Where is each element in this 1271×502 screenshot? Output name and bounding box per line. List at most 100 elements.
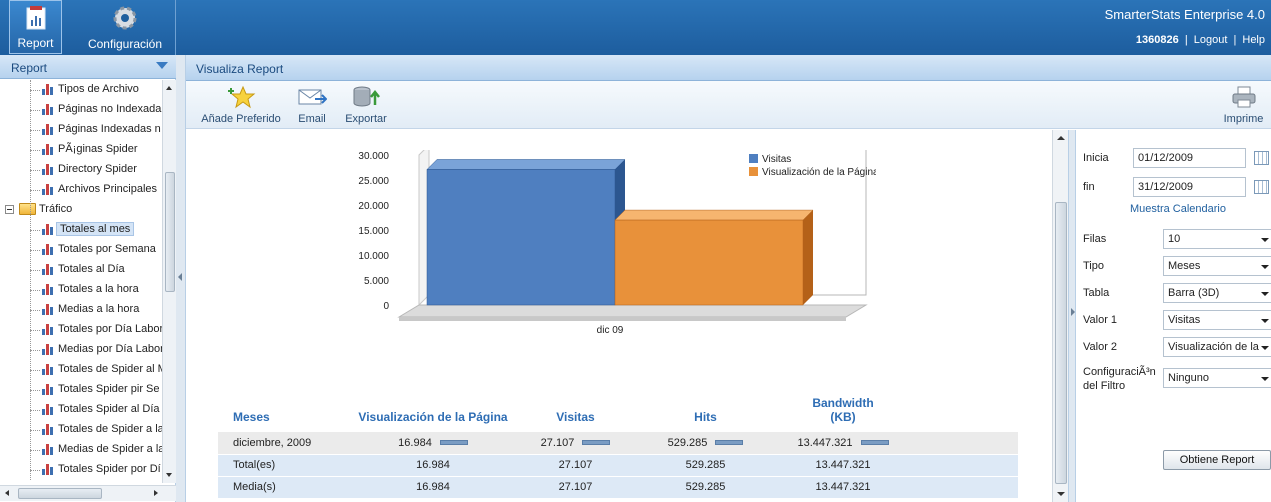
bar-chart-icon bbox=[42, 324, 54, 335]
scroll-up-icon[interactable] bbox=[1057, 136, 1065, 140]
tree-item[interactable]: Totales de Spider a la bbox=[0, 420, 162, 440]
tree-connector bbox=[30, 330, 40, 331]
tree-item-label: Totales a la hora bbox=[58, 283, 139, 295]
chevron-down-icon[interactable] bbox=[156, 62, 168, 69]
rows-select[interactable]: 10 bbox=[1163, 229, 1271, 249]
tree-item[interactable]: Totales a la hora bbox=[0, 280, 162, 300]
table-row: Total(es) 16.984 27.107 529.285 13.447.321 bbox=[218, 454, 1018, 477]
cell-value: Total(es) bbox=[233, 459, 276, 471]
show-calendar-link[interactable]: Muestra Calendario bbox=[1130, 203, 1226, 215]
tree-item-label: Totales Spider por Dí bbox=[58, 463, 161, 475]
tree-item[interactable]: Medias a la hora bbox=[0, 300, 162, 320]
tree-item[interactable]: Totales por Semana bbox=[0, 240, 162, 260]
folder-open-icon bbox=[19, 203, 36, 215]
print-button[interactable]: Imprime bbox=[1221, 81, 1266, 129]
tree-item-label: Totales de Spider al M bbox=[58, 363, 162, 375]
col-header-meses[interactable]: Meses bbox=[218, 396, 358, 432]
sidebar-vertical-scrollbar[interactable] bbox=[162, 80, 176, 483]
type-select[interactable]: Meses bbox=[1163, 256, 1271, 276]
value1-select[interactable]: Visitas bbox=[1163, 310, 1271, 330]
calendar-icon[interactable] bbox=[1254, 180, 1269, 194]
tree-connector bbox=[30, 430, 40, 431]
tree-item[interactable]: Páginas no Indexada bbox=[0, 100, 162, 120]
inline-bar bbox=[860, 440, 889, 446]
nav-report-button[interactable]: Report bbox=[9, 0, 62, 54]
col-header-visits[interactable]: Visitas bbox=[508, 396, 643, 432]
value1-value: Visitas bbox=[1168, 314, 1201, 326]
tree-item[interactable]: Medias de Spider a la bbox=[0, 440, 162, 460]
filter-config-label-line2: del Filtro bbox=[1083, 380, 1126, 392]
sidebar-header[interactable]: Report bbox=[0, 55, 176, 79]
bar-chart-icon bbox=[42, 144, 54, 155]
tree-item[interactable]: Totales por Día Labor bbox=[0, 320, 162, 340]
bar-top bbox=[426, 159, 626, 170]
col-header-hits[interactable]: Hits bbox=[643, 396, 768, 432]
tree-connector bbox=[30, 450, 40, 451]
star-icon bbox=[228, 85, 256, 109]
tree-folder[interactable]: Tráfico bbox=[0, 200, 162, 220]
link-separator: | bbox=[1184, 34, 1188, 46]
scroll-right-icon[interactable] bbox=[154, 490, 158, 496]
table-cell: 16.984 bbox=[358, 454, 508, 477]
table-cell: 13.447.321 bbox=[768, 454, 1018, 477]
tree-item-label: Totales al mes bbox=[56, 222, 135, 236]
get-report-button[interactable]: Obtiene Report bbox=[1163, 450, 1271, 470]
scroll-down-icon[interactable] bbox=[166, 473, 172, 477]
tree-item[interactable]: Archivos Principales bbox=[0, 180, 162, 200]
scroll-down-icon[interactable] bbox=[1057, 492, 1065, 496]
table-cell: 529.285 bbox=[643, 454, 768, 477]
tree-item[interactable]: Totales de Spider al M bbox=[0, 360, 162, 380]
tree-item[interactable]: Totales Spider por Dí bbox=[0, 460, 162, 480]
filter-splitter[interactable] bbox=[1068, 130, 1076, 502]
tree-folder-label: Tráfico bbox=[39, 203, 73, 215]
export-button[interactable]: Exportar bbox=[341, 81, 391, 129]
plot-floor-edge bbox=[399, 317, 846, 321]
filter-panel: Inicia 01/12/2009 fin 31/12/2009 Muestra… bbox=[1076, 130, 1271, 502]
tree-item[interactable]: Totales Spider pir Se bbox=[0, 380, 162, 400]
table-cell: 16.984 bbox=[358, 432, 508, 455]
col-header-bandwidth[interactable]: Bandwidth (KB) bbox=[768, 396, 1018, 432]
col-header-page-views[interactable]: Visualización de la Página bbox=[358, 396, 508, 432]
nav-config-button[interactable]: Configuración bbox=[80, 0, 170, 54]
filter-config-select[interactable]: Ninguno bbox=[1163, 368, 1271, 388]
sidebar: Report Tipos de Archivo Páginas no Indexa… bbox=[0, 55, 176, 502]
tree-item[interactable]: Páginas Indexadas n bbox=[0, 120, 162, 140]
tree-item[interactable]: PÃ¡ginas Spider bbox=[0, 140, 162, 160]
tree-item-label: Totales por Día Labor bbox=[58, 323, 162, 335]
dropdown-arrow-icon bbox=[1261, 238, 1269, 242]
scroll-left-icon[interactable] bbox=[5, 490, 9, 496]
calendar-icon[interactable] bbox=[1254, 151, 1269, 165]
tree-item[interactable]: Totales Spider al Día bbox=[0, 400, 162, 420]
collapse-toggle-icon[interactable] bbox=[5, 205, 14, 214]
sidebar-horizontal-scrollbar[interactable] bbox=[0, 485, 176, 501]
tree-item-selected[interactable]: Totales al mes bbox=[0, 220, 162, 240]
content-scrollbar[interactable] bbox=[1052, 130, 1068, 502]
scroll-thumb[interactable] bbox=[165, 172, 175, 292]
cell-value: 27.107 bbox=[558, 459, 593, 471]
chart-type-select[interactable]: Barra (3D) bbox=[1163, 283, 1271, 303]
end-date-input[interactable]: 31/12/2009 bbox=[1133, 177, 1246, 197]
help-link[interactable]: Help bbox=[1242, 34, 1265, 46]
start-date-input[interactable]: 01/12/2009 bbox=[1133, 148, 1246, 168]
bar-chart-icon bbox=[42, 244, 54, 255]
scroll-thumb[interactable] bbox=[18, 488, 102, 499]
collapse-right-icon[interactable] bbox=[1071, 308, 1075, 316]
cell-value: 529.285 bbox=[685, 459, 726, 471]
value2-select[interactable]: Visualización de la bbox=[1163, 337, 1271, 357]
collapse-left-icon[interactable] bbox=[178, 273, 182, 281]
bar-chart-icon bbox=[42, 304, 54, 315]
email-button[interactable]: Email bbox=[292, 81, 332, 129]
cell-value: 16.984 bbox=[416, 459, 450, 471]
bar bbox=[426, 169, 616, 306]
add-favorite-button[interactable]: Añade Preferido bbox=[196, 81, 286, 129]
tree-connector bbox=[30, 350, 40, 351]
logout-link[interactable]: Logout bbox=[1194, 34, 1228, 46]
tree-item[interactable]: Totales al Día bbox=[0, 260, 162, 280]
scroll-thumb[interactable] bbox=[1055, 202, 1067, 484]
scroll-up-icon[interactable] bbox=[166, 86, 172, 90]
cell-value: 13.447.321 bbox=[797, 436, 853, 449]
tree-item[interactable]: Medias por Día Labor bbox=[0, 340, 162, 360]
tree-item[interactable]: Directory Spider bbox=[0, 160, 162, 180]
sidebar-splitter[interactable] bbox=[176, 55, 186, 502]
tree-item[interactable]: Tipos de Archivo bbox=[0, 80, 162, 100]
